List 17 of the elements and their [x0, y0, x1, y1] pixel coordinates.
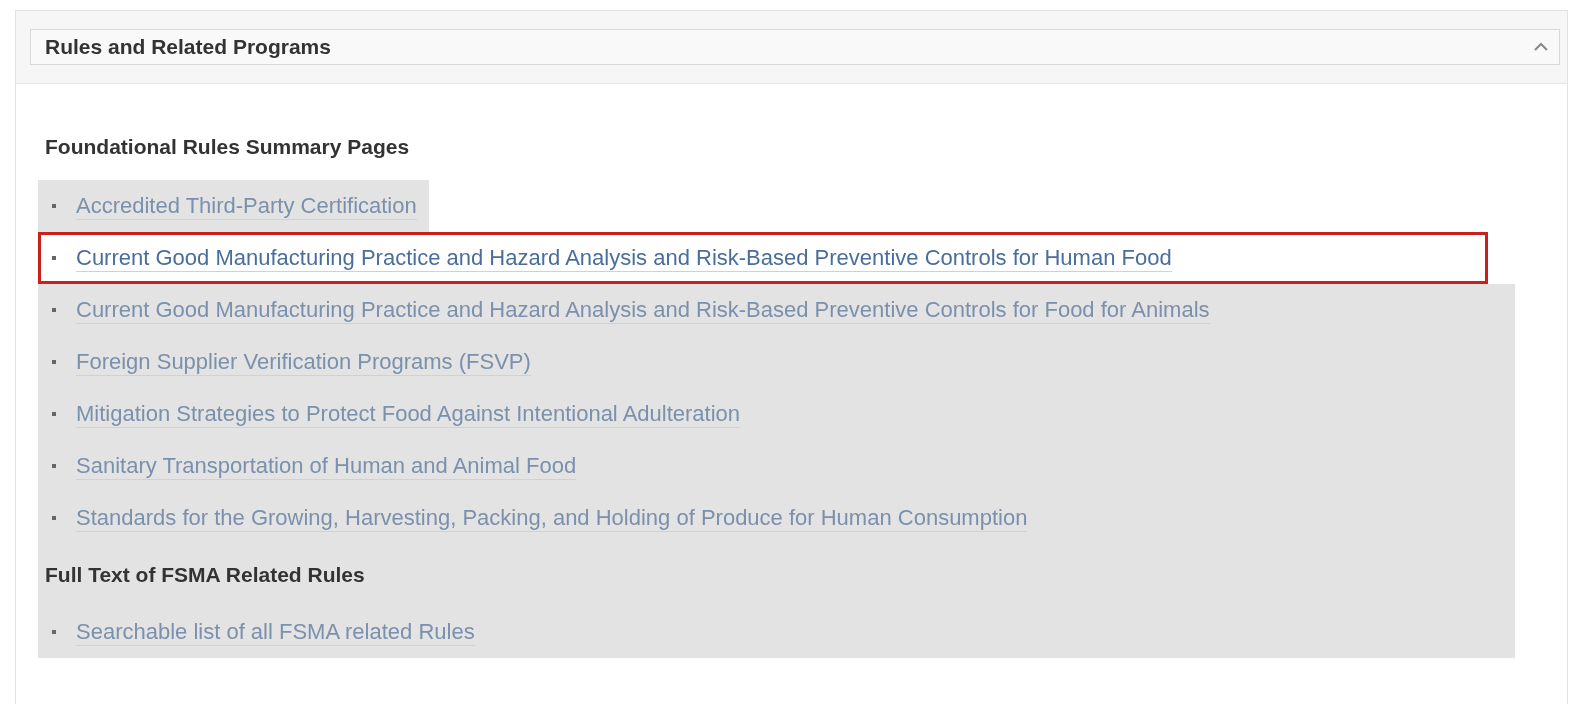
bullet-icon	[52, 256, 56, 260]
section-heading: Foundational Rules Summary Pages	[45, 135, 410, 159]
bullet-icon	[52, 516, 56, 520]
rule-link[interactable]: Searchable list of all FSMA related Rules	[76, 618, 475, 646]
bullet-icon	[52, 464, 56, 468]
rule-link[interactable]: Sanitary Transportation of Human and Animal Food	[76, 452, 577, 480]
rule-link[interactable]: Current Good Manufacturing Practice and Hazard Analysis and Risk-Based Preventive Controls for Human Food	[76, 244, 1172, 272]
section-heading: Full Text of FSMA Related Rules	[45, 563, 365, 587]
bullet-icon	[52, 630, 56, 634]
bullet-icon	[52, 204, 56, 208]
panel-header[interactable]: Rules and Related Programs	[30, 29, 1560, 65]
bullet-icon	[52, 308, 56, 312]
panel-title: Rules and Related Programs	[45, 35, 331, 59]
bullet-icon	[52, 360, 56, 364]
bullet-icon	[52, 412, 56, 416]
rule-link[interactable]: Foreign Supplier Verification Programs (FSVP)	[76, 348, 531, 376]
caret-icon	[1533, 42, 1549, 52]
